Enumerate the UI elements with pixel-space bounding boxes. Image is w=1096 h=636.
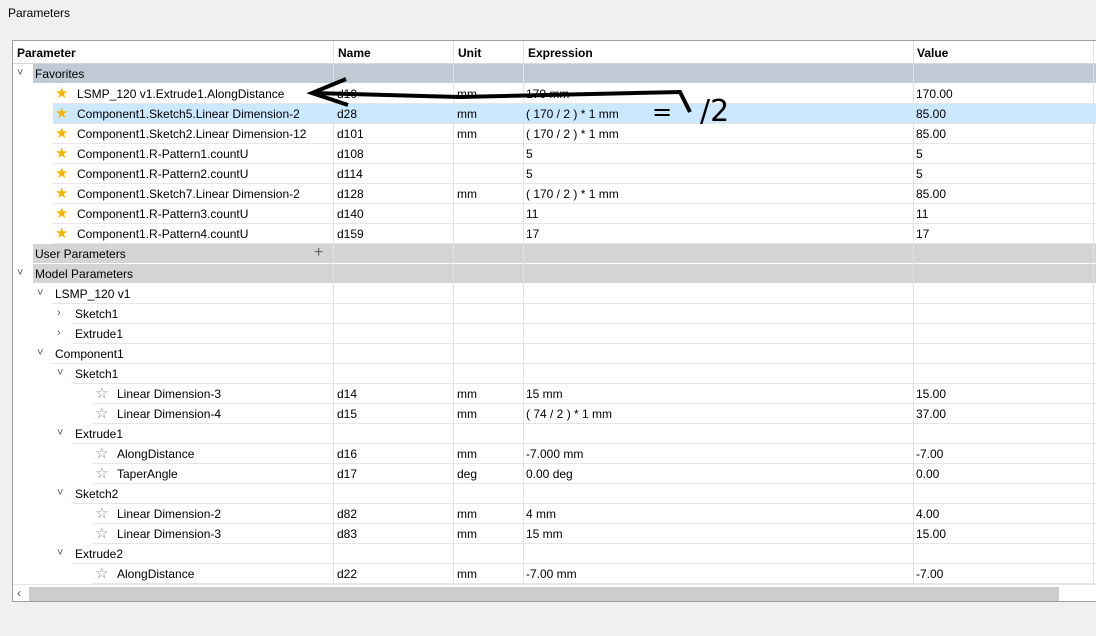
annotation-equals: = xyxy=(652,98,673,126)
arrow-line xyxy=(311,89,692,113)
annotation-arrow xyxy=(306,77,692,113)
annotation-divide: /2 xyxy=(700,94,730,129)
